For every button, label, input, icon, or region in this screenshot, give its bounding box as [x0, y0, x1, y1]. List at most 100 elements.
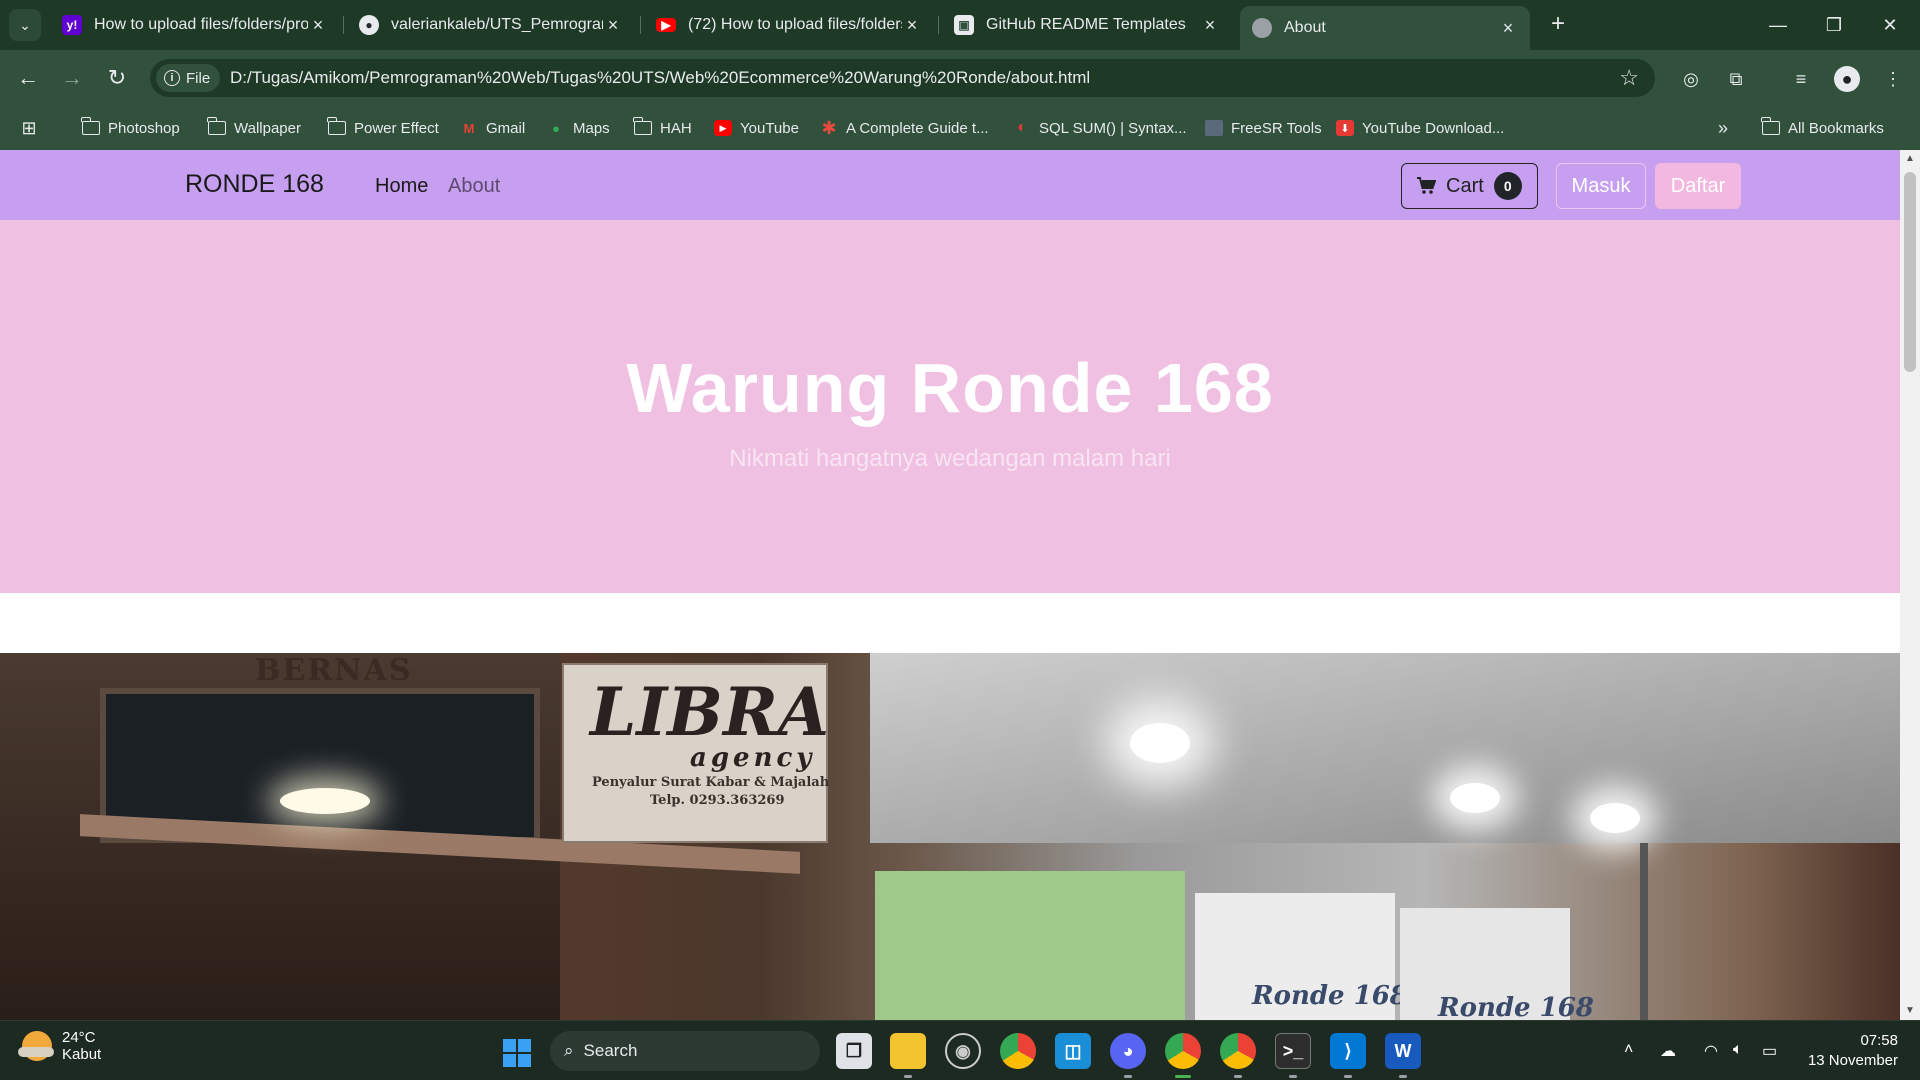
task-view-icon[interactable]: ❐ [836, 1033, 872, 1069]
bookmark-label: YouTube [740, 119, 799, 137]
browser-tab[interactable]: y! How to upload files/folders/pro × [50, 8, 340, 42]
media-control-icon[interactable]: ≡ [1788, 66, 1814, 92]
close-tab-icon[interactable]: × [603, 15, 623, 36]
file-explorer-icon[interactable] [890, 1033, 926, 1069]
page-viewport: RONDE 168 Home About Cart 0 Masuk Daftar… [0, 150, 1920, 1020]
scrollbar-thumb[interactable] [1904, 172, 1916, 372]
windows-start-icon[interactable] [503, 1039, 531, 1067]
weather-widget[interactable]: 24°C Kabut [18, 1029, 101, 1063]
bookmark-sql-sum[interactable]: ◐ SQL SUM() | Syntax... [1013, 106, 1187, 150]
hero-title: Warung Ronde 168 [626, 349, 1274, 427]
scroll-down-arrow-icon[interactable]: ▼ [1900, 1002, 1920, 1020]
close-tab-icon[interactable]: × [1200, 15, 1220, 36]
bookmark-youtube[interactable]: ▶ YouTube [714, 106, 799, 150]
bookmark-label: HAH [660, 119, 692, 137]
site-navbar: RONDE 168 Home About Cart 0 Masuk Daftar [0, 150, 1900, 220]
reload-icon[interactable]: ↻ [103, 64, 131, 92]
browser-tab-bar: ⌄ y! How to upload files/folders/pro × ●… [0, 0, 1920, 50]
folder-icon [327, 117, 346, 135]
cart-label: Cart [1446, 174, 1484, 197]
site-info-chip[interactable]: i File [156, 64, 221, 92]
bookmark-photoshop[interactable]: Photoshop [81, 106, 180, 150]
volume-icon[interactable]: 🔈︎ [1733, 1041, 1743, 1059]
register-button[interactable]: Daftar [1655, 163, 1741, 209]
running-indicator [1289, 1075, 1297, 1078]
more-menu-icon[interactable]: ⋮ [1880, 66, 1906, 92]
wifi-icon[interactable]: ◠ [1704, 1041, 1718, 1061]
close-window-icon[interactable]: ✕ [1862, 0, 1918, 50]
download-icon: ⬇ [1336, 120, 1354, 136]
vscode-icon[interactable]: ⟩ [1330, 1033, 1366, 1069]
system-clock[interactable]: 07:58 13 November [1808, 1031, 1898, 1071]
tab-title: About [1284, 19, 1326, 36]
bookmark-youtube-download[interactable]: ⬇ YouTube Download... [1336, 106, 1504, 150]
obs-icon[interactable]: ◉ [945, 1033, 981, 1069]
onedrive-icon[interactable]: ☁ [1660, 1041, 1676, 1061]
bookmark-freesr-tools[interactable]: FreeSR Tools [1205, 106, 1322, 150]
close-tab-icon[interactable]: × [902, 15, 922, 36]
all-bookmarks-button[interactable]: All Bookmarks [1761, 106, 1884, 150]
battery-icon[interactable]: ▭ [1762, 1041, 1777, 1061]
sql-icon: ◐ [1017, 119, 1027, 136]
url-text[interactable]: D:/Tugas/Amikom/Pemrograman%20Web/Tugas%… [230, 68, 1090, 88]
chrome-profile-icon[interactable] [1220, 1033, 1256, 1069]
browser-tab[interactable]: ▣ GitHub README Templates × [942, 8, 1232, 42]
windows-taskbar: 24°C Kabut ⌕ Search ❐ ◉ ◫ ◕ >_ ⟩ W ˄ ☁ ◠… [0, 1020, 1920, 1080]
browser-tab[interactable]: ● valeriankaleb/UTS_Pemrograma × [347, 8, 635, 42]
tab-title: How to upload files/folders/pro [94, 16, 308, 33]
photo-ronde-banner-a-text: Ronde 168 [1252, 981, 1408, 1011]
tray-chevron-up-icon[interactable]: ˄ [1624, 1041, 1633, 1059]
page-scrollbar[interactable]: ▲ ▼ [1900, 150, 1920, 1020]
zoom-icon[interactable]: ◫ [1055, 1033, 1091, 1069]
taskbar-search[interactable]: ⌕ Search [550, 1031, 820, 1071]
terminal-icon[interactable]: >_ [1275, 1033, 1311, 1069]
tab-separator [640, 16, 641, 34]
new-tab-plus-icon[interactable]: + [1543, 10, 1573, 40]
tab-separator [343, 16, 344, 34]
running-indicator [1124, 1075, 1132, 1078]
gmail-icon: M [463, 120, 475, 136]
site-brand[interactable]: RONDE 168 [185, 170, 324, 199]
scroll-up-arrow-icon[interactable]: ▲ [1900, 150, 1920, 168]
bookmark-hah[interactable]: HAH [633, 106, 692, 150]
bookmark-label: SQL SUM() | Syntax... [1039, 119, 1187, 137]
chrome-icon[interactable] [1000, 1033, 1036, 1069]
apps-grid-icon[interactable]: ⊞ [20, 106, 38, 150]
browser-tab[interactable]: ▶ (72) How to upload files/folders × [644, 8, 934, 42]
tab-separator [938, 16, 939, 34]
word-icon[interactable]: W [1385, 1033, 1421, 1069]
extension-cai-icon[interactable]: ◎ [1678, 66, 1704, 92]
weather-temp: 24°C [62, 1029, 96, 1046]
bookmark-power-effect[interactable]: Power Effect [327, 106, 439, 150]
bookmark-gmail[interactable]: M Gmail [460, 106, 526, 150]
more-bookmarks-chevron-icon[interactable]: » [1718, 106, 1728, 150]
search-icon: ⌕ [564, 1041, 574, 1060]
bookmark-maps[interactable]: ● Maps [547, 106, 610, 150]
back-arrow-icon[interactable]: ← [14, 64, 42, 92]
bookmark-wallpaper[interactable]: Wallpaper [207, 106, 301, 150]
nav-link-home[interactable]: Home [375, 175, 428, 198]
profile-avatar[interactable]: ● [1834, 66, 1860, 92]
youtube-icon: ▶ [656, 18, 676, 32]
photo-lamp [280, 788, 370, 814]
login-button[interactable]: Masuk [1556, 163, 1646, 209]
chrome-active-icon[interactable] [1165, 1033, 1201, 1069]
bookmark-label: Maps [573, 119, 610, 137]
close-tab-icon[interactable]: × [1498, 18, 1518, 39]
weather-fog-icon [18, 1031, 54, 1061]
cart-icon [1417, 177, 1436, 194]
browser-tab-active[interactable]: About × [1240, 6, 1530, 50]
forward-arrow-icon[interactable]: → [58, 64, 86, 92]
cart-button[interactable]: Cart 0 [1401, 163, 1538, 209]
address-bar[interactable]: i File D:/Tugas/Amikom/Pemrograman%20Web… [150, 59, 1655, 97]
close-tab-icon[interactable]: × [308, 15, 328, 36]
bookmark-complete-guide[interactable]: ✱ A Complete Guide t... [820, 106, 988, 150]
bookmarks-bar: ⊞ Photoshop Wallpaper Power Effect M Gmai… [0, 106, 1920, 150]
tab-search-chevron-icon[interactable]: ⌄ [9, 9, 41, 41]
restore-icon[interactable]: ❐ [1806, 0, 1862, 50]
nav-link-about[interactable]: About [448, 175, 500, 198]
bookmark-star-icon[interactable]: ☆ [1619, 65, 1639, 91]
discord-icon[interactable]: ◕ [1110, 1033, 1146, 1069]
extensions-puzzle-icon[interactable]: ⧉ [1723, 66, 1749, 92]
minimize-icon[interactable]: — [1750, 0, 1806, 50]
